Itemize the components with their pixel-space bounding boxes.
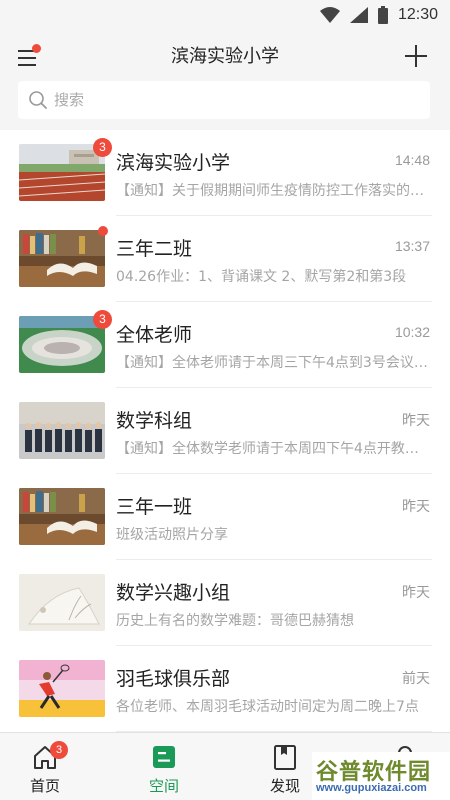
- conversation-row[interactable]: 数学兴趣小组 昨天历史上有名的数学难题：哥德巴赫猜想: [0, 560, 450, 646]
- conversation-name: 羽毛球俱乐部: [116, 668, 231, 690]
- conversation-time: 前天: [402, 670, 430, 686]
- conversation-name: 数学科组: [116, 410, 193, 432]
- school-track-photo: [19, 144, 105, 201]
- conversation-time: 10:32: [394, 324, 430, 340]
- wifi-icon: [319, 7, 340, 23]
- conversation-name: 滨海实验小学: [116, 152, 231, 174]
- books-on-desk-photo: [19, 230, 105, 287]
- conversation-avatar: [19, 230, 105, 287]
- conversation-avatar: [19, 660, 105, 717]
- unread-badge: 3: [93, 138, 112, 157]
- conversation-avatar: [19, 574, 105, 631]
- tab-space[interactable]: 空间: [119, 733, 209, 800]
- badminton-illustration: [19, 660, 105, 717]
- conversation-name: 三年二班: [116, 238, 193, 260]
- book-icon: [274, 745, 296, 770]
- conversation-row[interactable]: 三年一班 昨天班级活动照片分享: [0, 474, 450, 560]
- conversation-preview: 各位老师、本周羽毛球活动时间定为周二晚上7点: [116, 699, 419, 715]
- tab-label: 空间: [148, 777, 179, 795]
- conversation-time: 13:37: [394, 238, 430, 254]
- books-on-desk-photo: [19, 488, 105, 545]
- page-title: 滨海实验小学: [171, 46, 279, 67]
- search-input[interactable]: [54, 81, 414, 119]
- conversation-name: 数学兴趣小组: [116, 582, 231, 604]
- search-icon: [29, 91, 47, 109]
- conversation-preview: 04.26作业：1、背诵课文 2、默写第2和第3段: [116, 269, 407, 285]
- conversation-time: 昨天: [402, 412, 430, 428]
- unread-badge: 3: [93, 310, 112, 329]
- site-watermark: 谷普软件园 www.gupuxiazai.com: [312, 752, 450, 800]
- conversation-row[interactable]: 数学科组 昨天【通知】全体数学老师请于本周四下午4点开教研会: [0, 388, 450, 474]
- conversation-name: 全体老师: [116, 324, 193, 346]
- conversation-preview: 【通知】关于假期期间师生疫情防控工作落实的通知: [116, 183, 432, 199]
- conversation-preview: 【通知】全体老师请于本周三下午4点到3号会议室开会: [116, 355, 432, 371]
- unread-dot: [98, 226, 108, 236]
- conversation-name: 三年一班: [116, 496, 193, 518]
- status-time: 12:30: [397, 6, 438, 23]
- conversation-avatar: [19, 144, 105, 201]
- conversation-row[interactable]: 3 全体老师 10:32 【通知】全体老师请于本周三下午4点到3号会议室开会: [0, 302, 450, 388]
- conversation-preview: 历史上有名的数学难题：哥德巴赫猜想: [116, 613, 354, 629]
- conversation-avatar: [19, 316, 105, 373]
- space-icon: [153, 746, 175, 768]
- tab-home[interactable]: 3 首页: [0, 733, 90, 800]
- conversation-time: 14:48: [394, 152, 430, 168]
- tab-label: 首页: [29, 777, 60, 795]
- status-icons: 12:30: [319, 5, 438, 25]
- paper-plants-photo: [19, 574, 105, 631]
- conversation-row[interactable]: 羽毛球俱乐部 前天各位老师、本周羽毛球活动时间定为周二晚上7点: [0, 646, 450, 732]
- signal-icon: [349, 7, 368, 23]
- conversation-avatar: [19, 402, 105, 459]
- teachers-lineup-photo: [19, 402, 105, 459]
- conversation-time: 昨天: [402, 498, 430, 514]
- conversation-preview: 【通知】全体数学老师请于本周四下午4点开教研会: [116, 441, 432, 457]
- watermark-url: www.gupuxiazai.com: [316, 782, 427, 794]
- conversation-row[interactable]: 3 滨海实验小学 14:48 【通知】关于假期期间师生疫情防控工作落实的通知: [0, 130, 450, 216]
- battery-icon: [377, 6, 388, 24]
- tab-badge: 3: [50, 741, 68, 759]
- conversation-avatar: [19, 488, 105, 545]
- conversation-time: 昨天: [402, 584, 430, 600]
- status-bar: 12:30: [0, 0, 450, 30]
- teachers-group-photo: [19, 316, 105, 373]
- conversation-preview: 班级活动照片分享: [116, 527, 228, 543]
- add-button[interactable]: [402, 42, 430, 70]
- conversation-list: 3 滨海实验小学 14:48 【通知】关于假期期间师生疫情防控工作落实的通知 三年二班 1…: [0, 130, 450, 732]
- search-box[interactable]: [18, 81, 430, 119]
- plus-icon: [405, 45, 427, 67]
- header: 滨海实验小学: [0, 30, 450, 130]
- conversation-row[interactable]: 三年二班 13:37 04.26作业：1、背诵课文 2、默写第2和第3段: [0, 216, 450, 302]
